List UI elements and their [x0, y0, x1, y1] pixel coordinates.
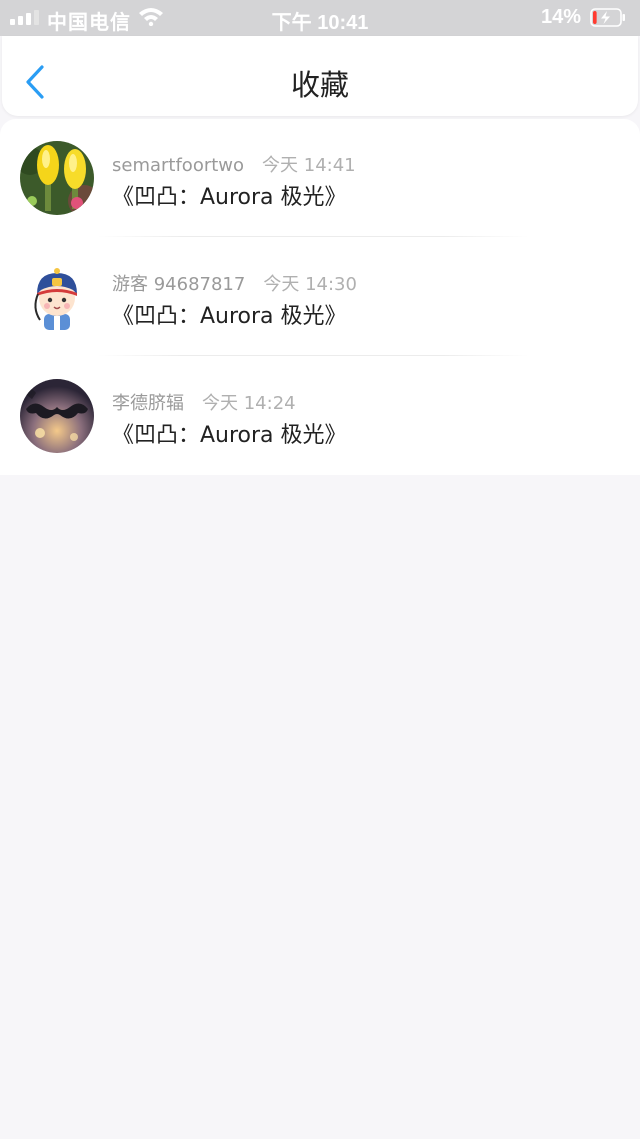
user-name[interactable]: 游客 94687817: [112, 274, 245, 295]
battery-percent: 14%: [541, 6, 582, 28]
user-name[interactable]: semartfoortwo: [112, 155, 244, 176]
item-title[interactable]: 《凹凸：Aurora 极光》: [112, 417, 347, 449]
cactus-flower-avatar: [20, 141, 94, 215]
list-item[interactable]: semartfoortwo 今天 14:41 《凹凸：Aurora 极光》: [0, 119, 640, 237]
item-meta: 游客 94687817 今天 14:30: [112, 270, 357, 296]
item-meta: 李德脐辐 今天 14:24: [112, 389, 296, 415]
avatar[interactable]: [20, 379, 94, 453]
page-title: 收藏: [290, 68, 349, 102]
item-time: 今天 14:30: [263, 274, 357, 295]
list-item[interactable]: 游客 94687817 今天 14:30 《凹凸：Aurora 极光》: [0, 238, 640, 356]
battery-fill: [593, 11, 597, 24]
mustache-avatar: [20, 379, 94, 453]
divider: [97, 236, 529, 237]
list-item[interactable]: 李德脐辐 今天 14:24 《凹凸：Aurora 极光》: [0, 357, 640, 475]
item-time: 今天 14:24: [202, 393, 296, 414]
item-title[interactable]: 《凹凸：Aurora 极光》: [112, 179, 347, 211]
favorites-list: semartfoortwo 今天 14:41 《凹凸：Aurora 极光》 游客…: [0, 119, 640, 475]
item-meta: semartfoortwo 今天 14:41: [112, 151, 356, 177]
battery-charging-icon: [590, 8, 625, 27]
divider: [97, 355, 529, 356]
cartoon-child-avatar: [20, 260, 94, 334]
user-name[interactable]: 李德脐辐: [112, 393, 184, 414]
item-time: 今天 14:41: [262, 155, 356, 176]
avatar[interactable]: [20, 141, 94, 215]
item-title[interactable]: 《凹凸：Aurora 极光》: [112, 298, 347, 330]
nav-bar: 收藏: [2, 36, 638, 116]
avatar[interactable]: [20, 260, 94, 334]
status-bar: 中国电信 下午 10:41 14%: [0, 0, 640, 36]
